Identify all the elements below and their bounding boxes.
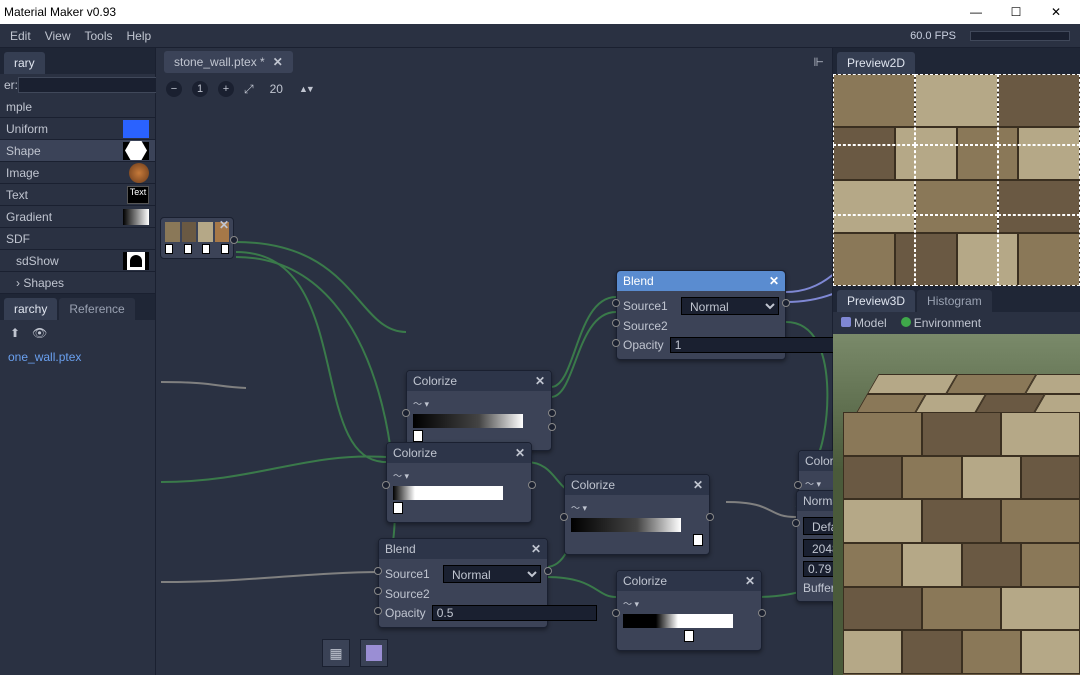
param-opacity: Opacity bbox=[385, 606, 426, 620]
titlebar: Material Maker v0.93 — ☐ ✕ bbox=[0, 0, 1080, 24]
menu-edit[interactable]: Edit bbox=[10, 29, 31, 43]
close-icon[interactable]: ✕ bbox=[515, 446, 525, 460]
blend-mode-select[interactable]: Normal bbox=[681, 297, 779, 315]
document-tab[interactable]: stone_wall.ptex * ✕ bbox=[164, 51, 293, 73]
param-opacity: Opacity bbox=[623, 338, 664, 352]
library-list: mple Uniform Shape Image TextText Gradie… bbox=[0, 96, 155, 294]
up-icon[interactable]: ⬆ bbox=[10, 326, 20, 340]
close-icon[interactable]: ✕ bbox=[535, 374, 545, 388]
fps-label: 60.0 FPS bbox=[910, 30, 956, 42]
zoom-stepper[interactable]: ▲▼ bbox=[299, 84, 313, 94]
preview2d-canvas[interactable] bbox=[833, 74, 1080, 286]
close-button[interactable]: ✕ bbox=[1036, 0, 1076, 24]
close-icon[interactable]: ✕ bbox=[531, 542, 541, 556]
lib-item-uniform[interactable]: Uniform bbox=[0, 118, 155, 140]
lib-item-sdf[interactable]: SDF bbox=[0, 228, 155, 250]
filter-label: er: bbox=[4, 78, 18, 92]
lib-item-gradient[interactable]: Gradient bbox=[0, 206, 155, 228]
opacity-input[interactable] bbox=[670, 337, 835, 353]
node-colorize-2[interactable]: Colorize✕ 〜 ▾ bbox=[386, 442, 532, 523]
environment-toggle[interactable]: Environment bbox=[901, 316, 981, 330]
node-title: Blend bbox=[385, 542, 416, 556]
menu-tools[interactable]: Tools bbox=[84, 29, 112, 43]
node-colorize-3[interactable]: Colorize✕ 〜 ▾ bbox=[564, 474, 710, 555]
fit-icon[interactable]: ⤢ bbox=[244, 82, 254, 97]
hierarchy-item[interactable]: one_wall.ptex bbox=[8, 350, 147, 364]
tab-preview2d[interactable]: Preview2D bbox=[837, 52, 915, 74]
blend-mode-select[interactable]: Normal bbox=[443, 565, 541, 583]
preview3d-canvas[interactable] bbox=[833, 334, 1080, 675]
tab-hierarchy[interactable]: rarchy bbox=[4, 298, 57, 320]
param-source1: Source1 bbox=[385, 567, 437, 581]
progress-bar bbox=[970, 31, 1070, 41]
zoom-in-button[interactable]: + bbox=[218, 81, 234, 97]
tab-reference[interactable]: Reference bbox=[59, 298, 134, 320]
zoom-value[interactable]: 20 bbox=[264, 82, 289, 96]
2d-preview-button[interactable]: ▦ bbox=[322, 639, 350, 667]
library-tabs: rary bbox=[0, 48, 155, 74]
model-toggle[interactable]: Model bbox=[841, 316, 887, 330]
param-source2: Source2 bbox=[385, 587, 437, 601]
close-icon[interactable]: ✕ bbox=[693, 478, 703, 492]
close-icon[interactable]: ✕ bbox=[769, 274, 779, 288]
node-blend-2[interactable]: Blend ✕ Source1 Normal Source2 Opacity bbox=[378, 538, 548, 628]
tab-library[interactable]: rary bbox=[4, 52, 45, 74]
close-icon[interactable]: ✕ bbox=[745, 574, 755, 588]
node-blend-1[interactable]: Blend ✕ Source1 Normal Source2 Opacity bbox=[616, 270, 786, 360]
lib-item-sdshow[interactable]: sdShow bbox=[0, 250, 155, 272]
tab-histogram[interactable]: Histogram bbox=[917, 290, 992, 312]
hierarchy-tabs: rarchy Reference bbox=[0, 294, 155, 320]
zoom-reset-button[interactable]: 1 bbox=[192, 81, 208, 97]
node-title: Blend bbox=[623, 274, 654, 288]
3d-preview-button[interactable] bbox=[360, 639, 388, 667]
node-preview[interactable]: ✕ bbox=[160, 217, 234, 259]
tab-preview3d[interactable]: Preview3D bbox=[837, 290, 915, 312]
param-source1: Source1 bbox=[623, 299, 675, 313]
node-title: Colorize bbox=[623, 574, 667, 588]
lib-item-shapes[interactable]: › Shapes bbox=[0, 272, 155, 294]
window-title: Material Maker v0.93 bbox=[4, 5, 956, 19]
lib-item-shape[interactable]: Shape bbox=[0, 140, 155, 162]
layout-icon[interactable]: ⊩ bbox=[814, 55, 824, 69]
maximize-button[interactable]: ☐ bbox=[996, 0, 1036, 24]
lib-item-simple[interactable]: mple bbox=[0, 96, 155, 118]
node-title: Colorize bbox=[393, 446, 437, 460]
menu-help[interactable]: Help bbox=[127, 29, 152, 43]
document-tab-label: stone_wall.ptex * bbox=[174, 55, 265, 69]
close-icon[interactable]: ✕ bbox=[273, 55, 283, 69]
param-source2: Source2 bbox=[623, 319, 675, 333]
lib-item-image[interactable]: Image bbox=[0, 162, 155, 184]
node-graph[interactable]: ✕ Colorize✕ 〜 ▾ Colorize✕ 〜 ▾ Colorize✕ … bbox=[156, 102, 832, 675]
node-title: Colorize bbox=[571, 478, 615, 492]
node-title: Colorize bbox=[413, 374, 457, 388]
opacity-input[interactable] bbox=[432, 605, 597, 621]
graph-toolbar: − 1 + ⤢ 20 ▲▼ bbox=[156, 76, 832, 102]
menu-view[interactable]: View bbox=[45, 29, 71, 43]
buffer-label: Buffer bbox=[803, 581, 835, 595]
node-colorize-1[interactable]: Colorize✕ 〜 ▾ bbox=[406, 370, 552, 451]
menubar: Edit View Tools Help 60.0 FPS bbox=[0, 24, 1080, 48]
zoom-out-button[interactable]: − bbox=[166, 81, 182, 97]
node-colorize-4[interactable]: Colorize✕ 〜 ▾ bbox=[616, 570, 762, 651]
minimize-button[interactable]: — bbox=[956, 0, 996, 24]
lib-item-text[interactable]: TextText bbox=[0, 184, 155, 206]
close-icon[interactable]: ✕ bbox=[219, 218, 229, 232]
eye-icon[interactable]: 👁 bbox=[32, 326, 47, 340]
